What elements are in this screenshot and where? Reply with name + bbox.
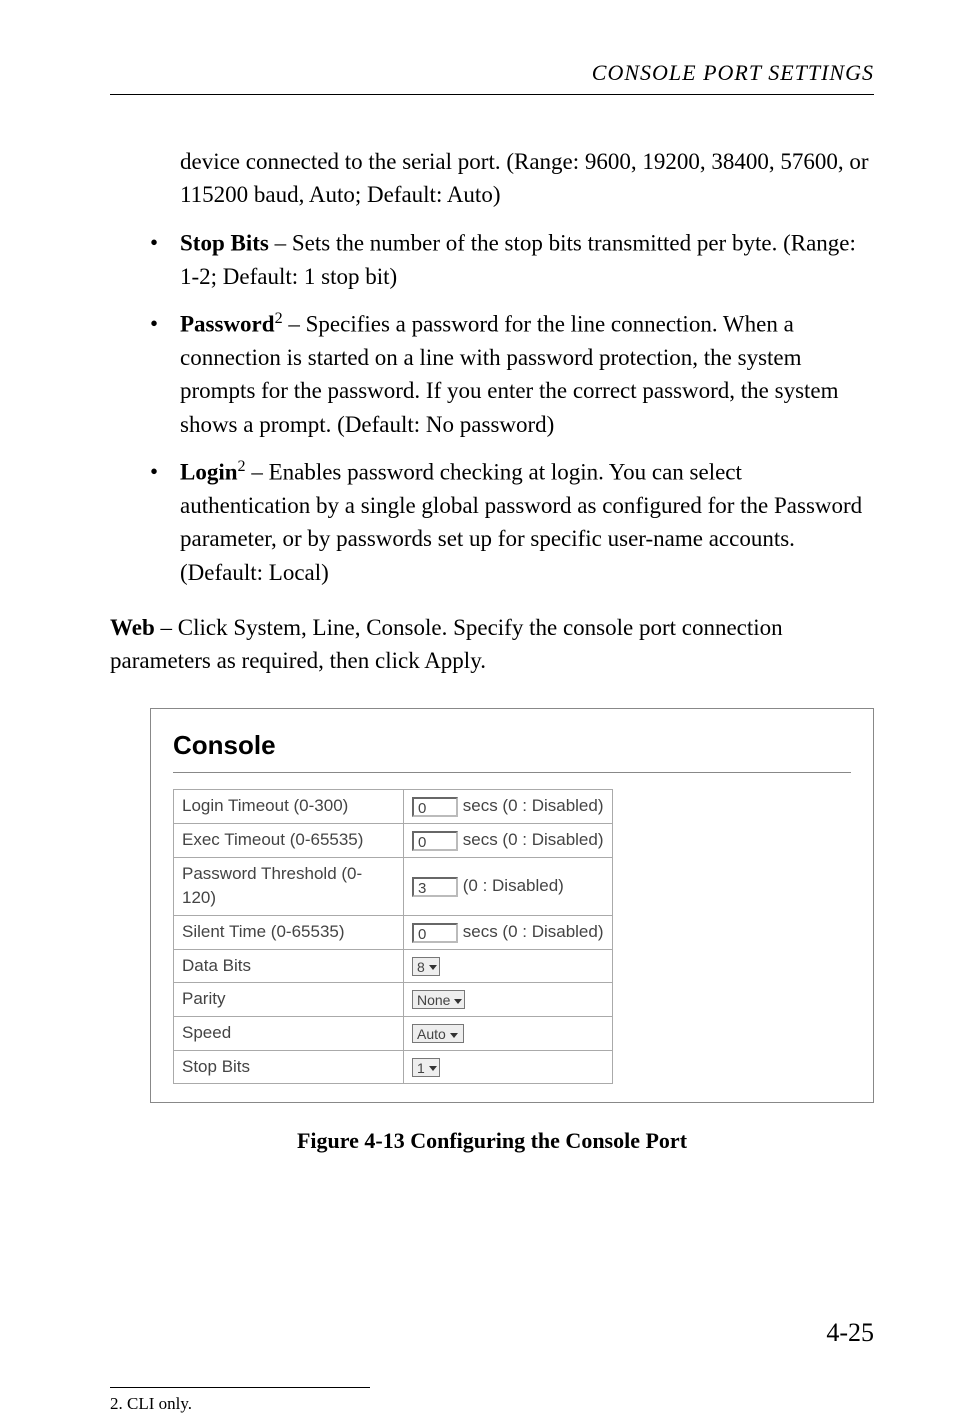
form-control-cell: 0 secs (0 : Disabled) (404, 790, 613, 824)
form-suffix: secs (0 : Disabled) (463, 830, 604, 849)
form-control-cell: Auto (404, 1016, 613, 1050)
form-suffix: secs (0 : Disabled) (463, 796, 604, 815)
bullet-text: – Enables password checking at login. Yo… (180, 460, 862, 585)
bullet-sup: 2 (238, 458, 246, 475)
figure-title: Console (173, 727, 851, 765)
running-head: CONSOLE PORT SETTINGS (110, 60, 874, 86)
footnote: 2. CLI only. (110, 1394, 874, 1414)
form-control-cell: 0 secs (0 : Disabled) (404, 916, 613, 950)
figure-rule (173, 772, 851, 773)
form-row: Data Bits 8 (174, 949, 613, 983)
form-row: Stop Bits 1 (174, 1050, 613, 1084)
bullet-term: Password (180, 312, 275, 337)
password-threshold-input[interactable]: 3 (412, 877, 458, 897)
form-label: Speed (174, 1016, 404, 1050)
stop-bits-select[interactable]: 1 (412, 1058, 440, 1077)
form-control-cell: 8 (404, 949, 613, 983)
bullet-text: – Specifies a password for the line conn… (180, 312, 839, 437)
form-control-cell: None (404, 983, 613, 1017)
form-label: Silent Time (0-65535) (174, 916, 404, 950)
silent-time-input[interactable]: 0 (412, 923, 458, 943)
bullet-item: Password2 – Specifies a password for the… (150, 307, 874, 441)
form-row: Parity None (174, 983, 613, 1017)
form-label: Stop Bits (174, 1050, 404, 1084)
speed-select[interactable]: Auto (412, 1024, 464, 1043)
form-row: Speed Auto (174, 1016, 613, 1050)
form-label: Parity (174, 983, 404, 1017)
page-number: 4-25 (826, 1318, 874, 1348)
form-label: Password Threshold (0-120) (174, 857, 404, 915)
form-row: Silent Time (0-65535) 0 secs (0 : Disabl… (174, 916, 613, 950)
form-label: Login Timeout (0-300) (174, 790, 404, 824)
form-suffix: (0 : Disabled) (463, 876, 564, 895)
continuation-paragraph: device connected to the serial port. (Ra… (180, 145, 874, 212)
bullet-item: Login2 – Enables password checking at lo… (150, 455, 874, 589)
form-row: Exec Timeout (0-65535) 0 secs (0 : Disab… (174, 824, 613, 858)
exec-timeout-input[interactable]: 0 (412, 831, 458, 851)
bullet-item: Stop Bits – Sets the number of the stop … (150, 226, 874, 293)
header-rule (110, 94, 874, 95)
form-label: Exec Timeout (0-65535) (174, 824, 404, 858)
console-figure: Console Login Timeout (0-300) 0 secs (0 … (150, 708, 874, 1103)
figure-caption: Figure 4-13 Configuring the Console Port (110, 1125, 874, 1157)
bullet-term: Login (180, 460, 238, 485)
data-bits-select[interactable]: 8 (412, 957, 440, 976)
bullet-text: – Sets the number of the stop bits trans… (180, 230, 856, 288)
form-control-cell: 3 (0 : Disabled) (404, 857, 613, 915)
form-control-cell: 1 (404, 1050, 613, 1084)
form-suffix: secs (0 : Disabled) (463, 922, 604, 941)
form-label: Data Bits (174, 949, 404, 983)
form-row: Login Timeout (0-300) 0 secs (0 : Disabl… (174, 790, 613, 824)
login-timeout-input[interactable]: 0 (412, 797, 458, 817)
parity-select[interactable]: None (412, 990, 465, 1009)
console-form-table: Login Timeout (0-300) 0 secs (0 : Disabl… (173, 789, 613, 1084)
form-row: Password Threshold (0-120) 3 (0 : Disabl… (174, 857, 613, 915)
bullet-list: Stop Bits – Sets the number of the stop … (150, 226, 874, 589)
bullet-sup: 2 (275, 310, 283, 327)
bullet-term: Stop Bits (180, 230, 269, 255)
web-lead: Web (110, 615, 155, 640)
web-text: – Click System, Line, Console. Specify t… (110, 615, 783, 673)
form-control-cell: 0 secs (0 : Disabled) (404, 824, 613, 858)
web-paragraph: Web – Click System, Line, Console. Speci… (110, 611, 874, 678)
